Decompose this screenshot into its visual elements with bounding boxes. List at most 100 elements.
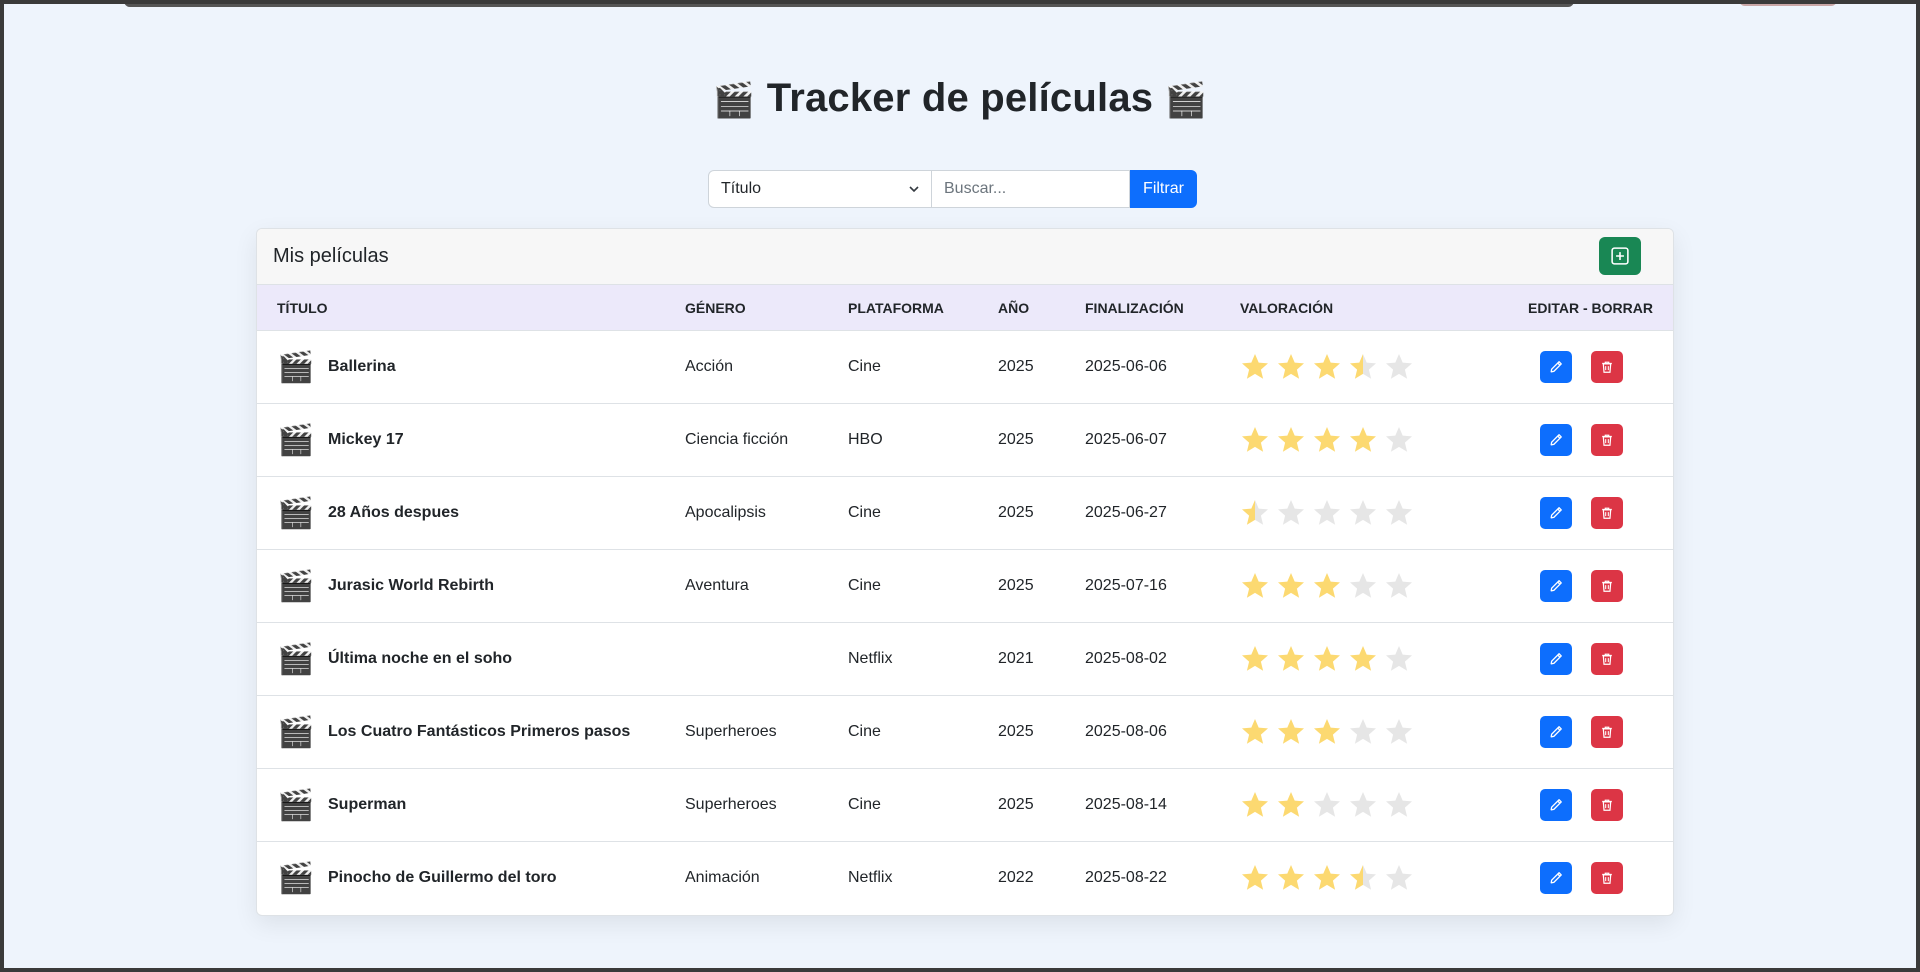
rating-star-icon [1350, 646, 1376, 671]
cell-genre: Aventura [685, 549, 848, 623]
clapperboard-icon: 🎬 [277, 496, 315, 530]
trash-icon [1602, 434, 1612, 446]
table-row: 🎬 Mickey 17 Ciencia ficción HBO 2025 202… [257, 403, 1673, 477]
cell-actions [1460, 476, 1673, 550]
table-row: 🎬 Jurasic World Rebirth Aventura Cine 20… [257, 549, 1673, 623]
star-rating [1240, 352, 1460, 382]
movies-card: Mis películas TÍTULO GÉNERO PLATAFORMA A… [256, 228, 1674, 916]
edit-button[interactable] [1540, 497, 1572, 529]
movie-title: Mickey 17 [328, 431, 404, 448]
cell-actions [1460, 695, 1673, 769]
rating-star-icon [1278, 427, 1304, 452]
rating-star-icon [1278, 865, 1304, 890]
delete-button[interactable] [1591, 643, 1623, 675]
cell-platform: Netflix [848, 869, 893, 886]
cell-finished: 2025-06-27 [1085, 476, 1240, 550]
rating-star-icon [1386, 500, 1412, 525]
cell-genre: Apocalipsis [685, 476, 848, 550]
cell-year: 2021 [998, 622, 1085, 696]
rating-star-icon [1386, 719, 1412, 744]
rating-star-icon [1350, 500, 1376, 525]
rating-star-icon [1242, 354, 1268, 379]
movie-title: Los Cuatro Fantásticos Primeros pasos [328, 723, 631, 740]
edit-button[interactable] [1540, 351, 1572, 383]
search-input[interactable] [932, 170, 1130, 208]
table-row: 🎬 Ballerina Acción Cine 2025 2025-06-06 [257, 330, 1673, 404]
edit-button[interactable] [1540, 862, 1572, 894]
clapperboard-icon: 🎬 [277, 423, 315, 457]
filter-button[interactable]: Filtrar [1130, 170, 1197, 208]
edit-button[interactable] [1540, 570, 1572, 602]
rating-star-icon [1278, 792, 1304, 817]
cell-actions [1460, 403, 1673, 477]
rating-star-icon [1386, 646, 1412, 671]
cell-rating [1240, 549, 1460, 623]
table-row: 🎬 Última noche en el soho Netflix 2021 2… [257, 622, 1673, 696]
movie-title: 28 Años despues [328, 504, 460, 521]
cell-year: 2025 [998, 476, 1085, 550]
filter-field-select[interactable]: Título [708, 170, 932, 208]
cell-rating [1240, 403, 1460, 477]
page-title: 🎬 Tracker de películas 🎬 [4, 76, 1916, 121]
cell-finished: 2025-08-06 [1085, 695, 1240, 769]
cell-genre: Animación [685, 869, 760, 886]
rating-star-icon [1242, 865, 1268, 890]
delete-button[interactable] [1591, 570, 1623, 602]
movie-title: Ballerina [328, 358, 396, 375]
rating-star-icon [1314, 427, 1340, 452]
edit-button[interactable] [1540, 716, 1572, 748]
pencil-icon [1550, 872, 1562, 884]
delete-button[interactable] [1591, 351, 1623, 383]
star-rating [1240, 717, 1460, 747]
delete-button[interactable] [1591, 424, 1623, 456]
pencil-icon [1550, 799, 1562, 811]
delete-button[interactable] [1591, 716, 1623, 748]
edit-button[interactable] [1540, 789, 1572, 821]
cell-year: 2025 [998, 695, 1085, 769]
header-actions: EDITAR - BORRAR [1460, 285, 1673, 331]
cell-finished: 2025-08-02 [1085, 622, 1240, 696]
rating-star-icon [1242, 573, 1268, 598]
cell-genre: Ciencia ficción [685, 403, 848, 477]
cell-year: 2025 [998, 403, 1085, 477]
pencil-icon [1550, 580, 1562, 592]
cell-title: 🎬 28 Años despues [257, 476, 685, 550]
filter-field-value: Título [721, 180, 762, 197]
table-row: 🎬 28 Años despues Apocalipsis Cine 2025 … [257, 476, 1673, 550]
cell-finished: 2025-07-16 [1085, 549, 1240, 623]
cell-title: 🎬 Última noche en el soho [257, 622, 685, 696]
cell-platform: Cine [848, 768, 998, 842]
pencil-icon [1550, 507, 1562, 519]
edit-button[interactable] [1540, 424, 1572, 456]
rating-star-icon [1314, 719, 1340, 744]
rating-star-icon [1314, 792, 1340, 817]
cell-title: 🎬 Ballerina [257, 330, 685, 404]
card-title: Mis películas [273, 245, 389, 267]
trash-icon [1602, 507, 1612, 519]
header-finished: FINALIZACIÓN [1085, 285, 1240, 331]
add-movie-button[interactable] [1599, 237, 1641, 275]
table-row: 🎬 Superman Superheroes Cine 2025 2025-08… [257, 768, 1673, 842]
delete-button[interactable] [1591, 789, 1623, 821]
rating-star-icon [1314, 573, 1340, 598]
cell-platform: Cine [848, 476, 998, 550]
rating-star-icon [1278, 719, 1304, 744]
header-year: AÑO [998, 285, 1085, 331]
cell-platform: Cine [848, 695, 998, 769]
clapperboard-icon: 🎬 [277, 642, 315, 676]
delete-button[interactable] [1591, 862, 1623, 894]
rating-star-icon [1350, 427, 1376, 452]
cell-platform: Cine [848, 330, 998, 404]
rating-star-icon [1242, 500, 1268, 525]
pencil-icon [1550, 434, 1562, 446]
delete-button[interactable] [1591, 497, 1623, 529]
edit-button[interactable] [1540, 643, 1572, 675]
rating-star-icon [1386, 792, 1412, 817]
clapperboard-icon: 🎬 [277, 715, 315, 749]
rating-star-icon [1350, 792, 1376, 817]
rating-star-icon [1278, 354, 1304, 379]
header-platform: PLATAFORMA [848, 285, 998, 331]
rating-star-icon [1278, 500, 1304, 525]
trash-icon [1602, 580, 1612, 592]
browser-top-strip [124, 4, 1574, 7]
